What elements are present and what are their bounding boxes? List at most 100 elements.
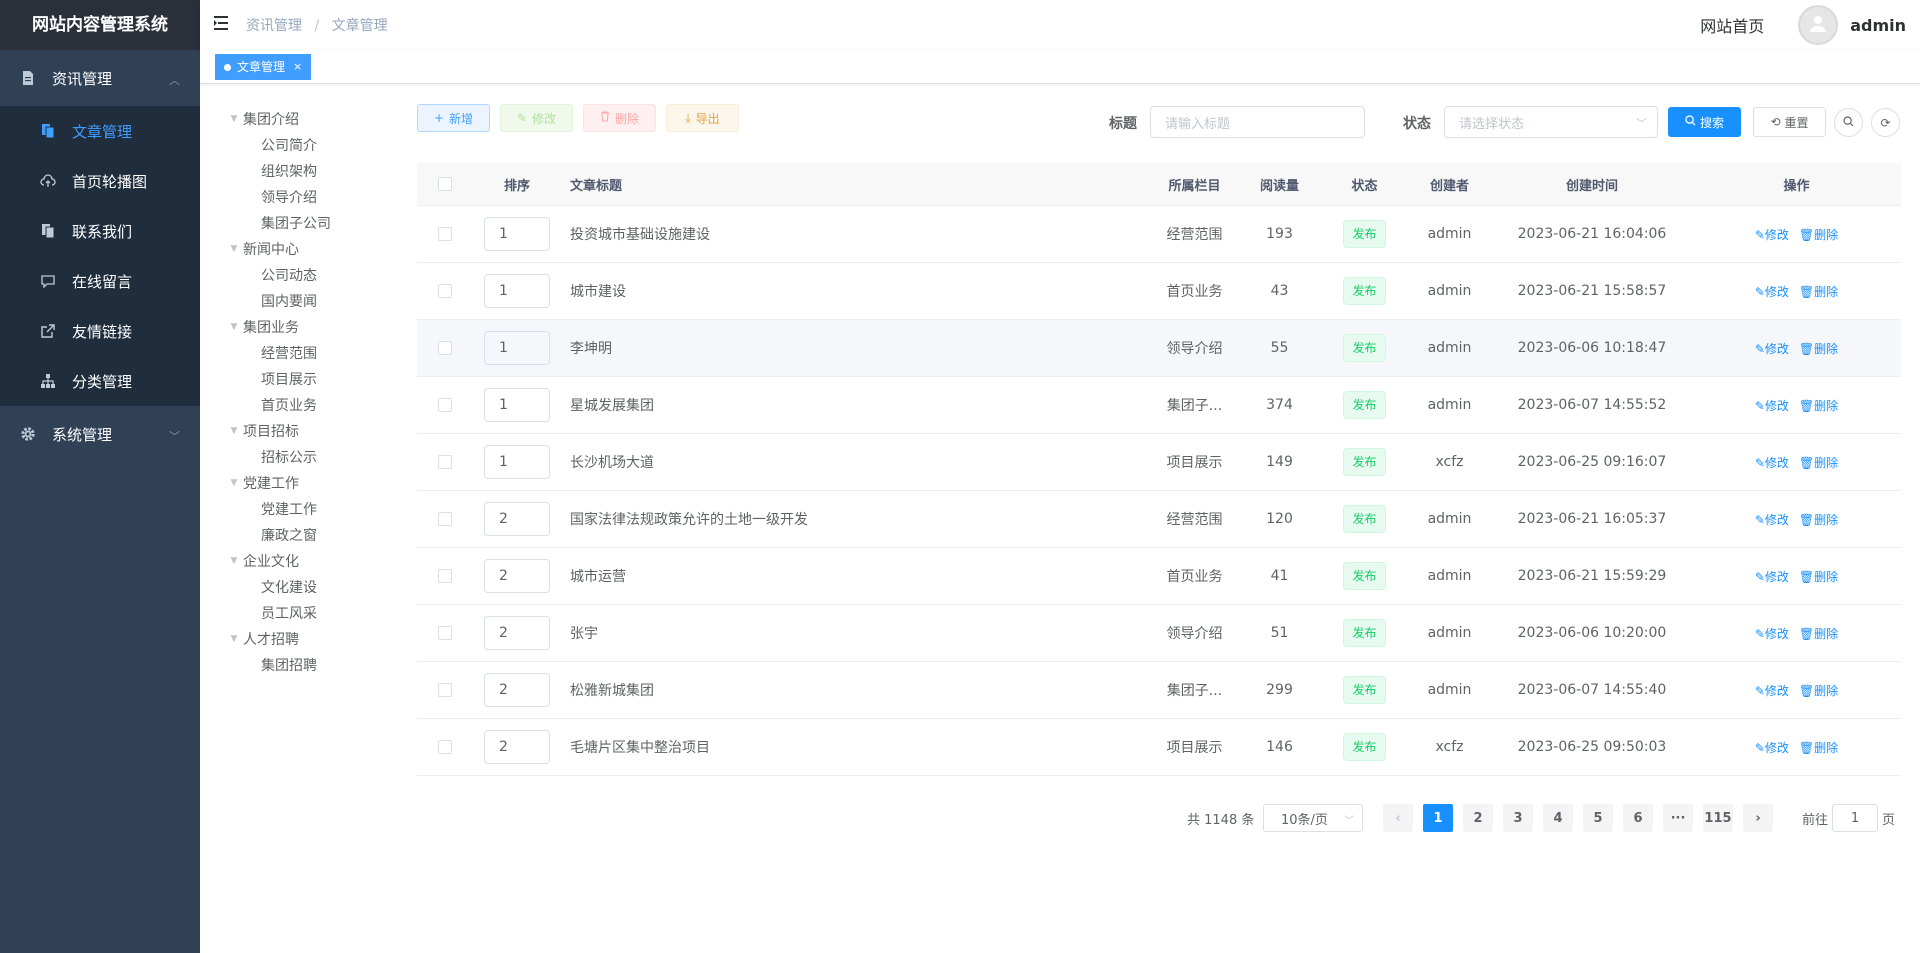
caret-down-icon[interactable]: ▼ <box>225 426 243 436</box>
row-delete-button[interactable]: 🗑删除 <box>1799 283 1838 300</box>
sidebar-item-messages[interactable]: 在线留言 <box>0 256 200 306</box>
row-checkbox[interactable] <box>437 512 452 526</box>
sort-order-input[interactable]: 1 <box>484 217 550 251</box>
tree-child-node[interactable]: 招标公示 <box>225 444 405 470</box>
username[interactable]: admin <box>1850 16 1906 35</box>
page-number-button[interactable]: 115 <box>1703 804 1733 832</box>
table-row[interactable]: 2 城市运营 首页业务 41 发布 admin 2023-06-21 15:59:29 ✎修改… <box>417 548 1901 605</box>
row-delete-button[interactable]: 🗑删除 <box>1799 568 1838 585</box>
row-checkbox[interactable] <box>437 227 452 241</box>
caret-down-icon[interactable]: ▼ <box>225 244 243 254</box>
row-edit-button[interactable]: ✎修改 <box>1755 682 1789 699</box>
sort-order-input[interactable]: 1 <box>484 274 550 308</box>
avatar[interactable] <box>1798 5 1839 45</box>
more-pages-button[interactable]: ··· <box>1663 804 1693 832</box>
sidebar-item-contact[interactable]: 联系我们 <box>0 206 200 256</box>
table-row[interactable]: 1 城市建设 首页业务 43 发布 admin 2023-06-21 15:58:57 ✎修改… <box>417 263 1901 320</box>
row-delete-button[interactable]: 🗑删除 <box>1799 340 1838 357</box>
row-delete-button[interactable]: 🗑删除 <box>1799 511 1838 528</box>
tree-child-node[interactable]: 党建工作 <box>225 496 405 522</box>
sort-order-input[interactable]: 2 <box>484 616 550 650</box>
table-row[interactable]: 2 国家法律法规政策允许的土地一级开发 经营范围 120 发布 admin 2023-06-… <box>417 491 1901 548</box>
sort-order-input[interactable]: 2 <box>484 559 550 593</box>
sidebar-item-articles[interactable]: 文章管理 <box>0 106 200 156</box>
tree-node[interactable]: ▼ 企业文化 <box>225 548 405 574</box>
caret-down-icon[interactable]: ▼ <box>225 634 243 644</box>
sort-order-input[interactable]: 1 <box>484 331 550 365</box>
next-page-button[interactable]: › <box>1743 804 1773 832</box>
row-delete-button[interactable]: 🗑删除 <box>1799 739 1838 756</box>
row-delete-button[interactable]: 🗑删除 <box>1799 226 1838 243</box>
sort-order-input[interactable]: 2 <box>484 730 550 764</box>
reset-button[interactable]: ⟲ 重置 <box>1753 107 1826 137</box>
row-checkbox[interactable] <box>437 626 452 640</box>
close-icon[interactable]: × <box>293 55 302 79</box>
row-checkbox[interactable] <box>437 740 452 754</box>
page-size-select[interactable]: 10条/页 ﹀ <box>1263 804 1363 832</box>
row-edit-button[interactable]: ✎修改 <box>1755 283 1789 300</box>
row-checkbox[interactable] <box>437 341 452 355</box>
add-button[interactable]: + 新增 <box>417 104 490 132</box>
export-button[interactable]: ⤓ 导出 <box>666 104 739 132</box>
tree-node[interactable]: ▼ 人才招聘 <box>225 626 405 652</box>
sidebar-item-links[interactable]: 友情链接 <box>0 306 200 356</box>
sort-order-input[interactable]: 1 <box>484 445 550 479</box>
sort-order-input[interactable]: 1 <box>484 388 550 422</box>
page-number-button[interactable]: 5 <box>1583 804 1613 832</box>
jump-page-input[interactable]: 1 <box>1832 804 1878 832</box>
tree-child-node[interactable]: 公司简介 <box>225 132 405 158</box>
row-delete-button[interactable]: 🗑删除 <box>1799 397 1838 414</box>
tree-node[interactable]: ▼ 新闻中心 <box>225 236 405 262</box>
row-edit-button[interactable]: ✎修改 <box>1755 226 1789 243</box>
tree-child-node[interactable]: 领导介绍 <box>225 184 405 210</box>
page-number-button[interactable]: 4 <box>1543 804 1573 832</box>
tree-node[interactable]: ▼ 项目招标 <box>225 418 405 444</box>
menu-group-system[interactable]: 系统管理 ﹀ <box>0 406 200 462</box>
tree-child-node[interactable]: 组织架构 <box>225 158 405 184</box>
page-number-button[interactable]: 3 <box>1503 804 1533 832</box>
page-number-button[interactable]: 1 <box>1423 804 1453 832</box>
row-edit-button[interactable]: ✎修改 <box>1755 397 1789 414</box>
sort-order-input[interactable]: 2 <box>484 673 550 707</box>
row-delete-button[interactable]: 🗑删除 <box>1799 682 1838 699</box>
table-row[interactable]: 1 长沙机场大道 项目展示 149 发布 xcfz 2023-06-25 09:16:07 ✎… <box>417 434 1901 491</box>
sidebar-item-carousel[interactable]: 首页轮播图 <box>0 156 200 206</box>
table-row[interactable]: 1 星城发展集团 集团子... 374 发布 admin 2023-06-07 14:55:… <box>417 377 1901 434</box>
toggle-search-button[interactable] <box>1834 108 1863 137</box>
row-edit-button[interactable]: ✎修改 <box>1755 511 1789 528</box>
hamburger-toggle[interactable] <box>200 0 246 50</box>
row-checkbox[interactable] <box>437 398 452 412</box>
sidebar-item-categories[interactable]: 分类管理 <box>0 356 200 406</box>
tree-child-node[interactable]: 廉政之窗 <box>225 522 405 548</box>
row-edit-button[interactable]: ✎修改 <box>1755 340 1789 357</box>
row-delete-button[interactable]: 🗑删除 <box>1799 454 1838 471</box>
tree-child-node[interactable]: 集团招聘 <box>225 652 405 678</box>
tree-child-node[interactable]: 集团子公司 <box>225 210 405 236</box>
table-row[interactable]: 1 李坤明 领导介绍 55 发布 admin 2023-06-06 10:18:47 ✎修改 🗑… <box>417 320 1901 377</box>
tree-child-node[interactable]: 员工风采 <box>225 600 405 626</box>
refresh-button[interactable]: ⟳ <box>1871 108 1900 137</box>
row-delete-button[interactable]: 🗑删除 <box>1799 625 1838 642</box>
row-edit-button[interactable]: ✎修改 <box>1755 454 1789 471</box>
prev-page-button[interactable]: ‹ <box>1383 804 1413 832</box>
row-edit-button[interactable]: ✎修改 <box>1755 568 1789 585</box>
row-edit-button[interactable]: ✎修改 <box>1755 739 1789 756</box>
search-button[interactable]: 搜索 <box>1668 107 1741 137</box>
row-checkbox[interactable] <box>437 683 452 697</box>
table-row[interactable]: 2 毛塘片区集中整治项目 项目展示 146 发布 xcfz 2023-06-25 09:50… <box>417 719 1901 776</box>
tree-child-node[interactable]: 文化建设 <box>225 574 405 600</box>
tree-node[interactable]: ▼ 集团介绍 <box>225 106 405 132</box>
edit-button[interactable]: ✎ 修改 <box>500 104 573 132</box>
row-edit-button[interactable]: ✎修改 <box>1755 625 1789 642</box>
tree-child-node[interactable]: 公司动态 <box>225 262 405 288</box>
home-link[interactable]: 网站首页 <box>1700 13 1764 37</box>
sort-order-input[interactable]: 2 <box>484 502 550 536</box>
page-number-button[interactable]: 6 <box>1623 804 1653 832</box>
row-checkbox[interactable] <box>437 284 452 298</box>
row-checkbox[interactable] <box>437 455 452 469</box>
select-all-checkbox[interactable] <box>437 177 452 191</box>
tree-child-node[interactable]: 首页业务 <box>225 392 405 418</box>
tree-child-node[interactable]: 国内要闻 <box>225 288 405 314</box>
caret-down-icon[interactable]: ▼ <box>225 556 243 566</box>
table-row[interactable]: 2 松雅新城集团 集团子... 299 发布 admin 2023-06-07 14:55:… <box>417 662 1901 719</box>
